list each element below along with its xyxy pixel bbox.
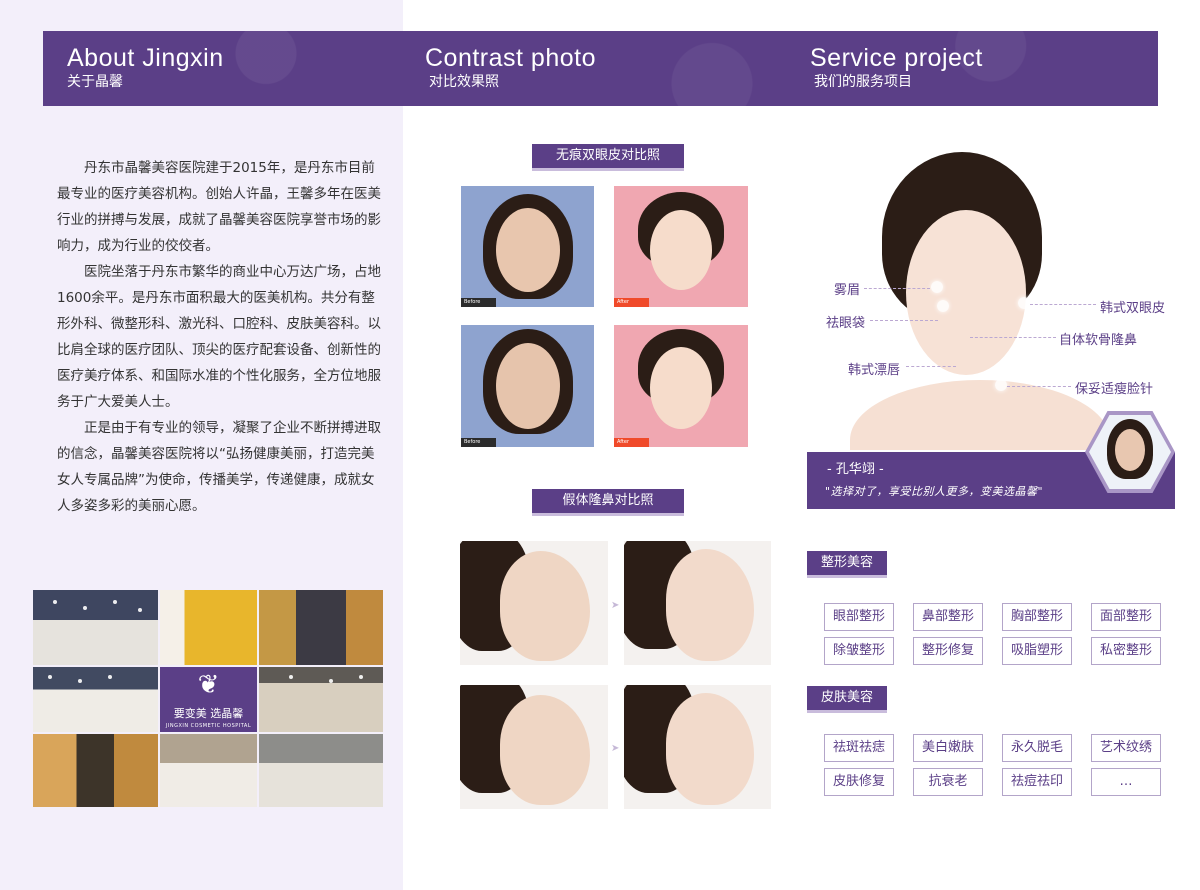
- intro-paragraph: 医院坐落于丹东市繁华的商业中心万达广场，占地1600余平。是丹东市面积最大的医美…: [57, 264, 381, 410]
- label-eyelid: 韩式双眼皮: [1100, 301, 1166, 316]
- butterfly-logo-icon: ❦: [197, 669, 220, 700]
- intro-text: 丹东市晶馨美容医院建于2015年，是丹东市目前最专业的医疗美容机构。创始人许晶，…: [57, 155, 382, 519]
- hospital-photo: [33, 734, 158, 807]
- before-thumbnail: [1089, 415, 1171, 489]
- service-tag[interactable]: 鼻部整形: [913, 603, 983, 631]
- header-section-about: About Jingxin 关于晶馨: [67, 43, 224, 91]
- label-eyebag: 祛眼袋: [826, 316, 866, 331]
- hospital-photo: [259, 590, 383, 665]
- nose-after-photo-1: [624, 541, 771, 665]
- service-tag[interactable]: 抗衰老: [913, 768, 983, 796]
- logo-slogan: 要变美 选晶馨: [173, 706, 244, 720]
- header-about-cn: 关于晶馨: [67, 74, 123, 90]
- label-leader-line: [864, 288, 930, 290]
- service-tag[interactable]: 艺术纹绣: [1091, 734, 1161, 762]
- marker-dot: [995, 379, 1007, 391]
- service-tag[interactable]: 美白嫩肤: [913, 734, 983, 762]
- header-section-contrast: Contrast photo 对比效果照: [425, 43, 596, 91]
- testimonial-name: - 孔华翊 -: [827, 462, 884, 477]
- header-about-en: About Jingxin: [67, 44, 224, 72]
- header-service-cn: 我们的服务项目: [814, 74, 912, 90]
- hospital-photo: [33, 667, 158, 732]
- marker-dot: [937, 300, 949, 312]
- label-leader-line: [906, 366, 956, 368]
- nose-before-photo-2: [460, 685, 608, 809]
- hospital-photo: [160, 734, 257, 807]
- after-tag: After: [614, 298, 649, 307]
- service-tag[interactable]: 永久脱毛: [1002, 734, 1072, 762]
- header-section-service: Service project 我们的服务项目: [810, 43, 983, 91]
- label-nose: 自体软骨隆鼻: [1059, 333, 1138, 348]
- header-contrast-en: Contrast photo: [425, 44, 596, 72]
- hospital-photo: [160, 590, 257, 665]
- nose-contrast-title: 假体隆鼻对比照: [532, 489, 684, 513]
- intro-paragraph: 丹东市晶馨美容医院建于2015年，是丹东市目前最专业的医疗美容机构。创始人许晶，…: [57, 160, 381, 254]
- before-tag: Before: [461, 298, 496, 307]
- marker-dot: [1018, 297, 1030, 309]
- service-tag[interactable]: 面部整形: [1091, 603, 1161, 631]
- service-tag[interactable]: 私密整形: [1091, 637, 1161, 665]
- nose-after-photo-2: [624, 685, 771, 809]
- arrow-right-icon: ➤: [611, 743, 620, 754]
- service-tag[interactable]: 胸部整形: [1002, 603, 1072, 631]
- hospital-photo: [259, 734, 383, 807]
- service-tag[interactable]: 祛痘祛印: [1002, 768, 1072, 796]
- arrow-right-icon: ➤: [611, 600, 620, 611]
- label-leader-line: [870, 320, 938, 322]
- service-tag-more[interactable]: …: [1091, 768, 1161, 796]
- after-tag: After: [614, 438, 649, 447]
- service-tag[interactable]: 除皱整形: [824, 637, 894, 665]
- label-leader-line: [1007, 386, 1071, 388]
- intro-paragraph: 正是由于有专业的领导，凝聚了企业不断拼搏进取的信念，晶馨美容医院将以“弘扬健康美…: [57, 420, 381, 514]
- eyelid-before-photo-2: Before: [461, 325, 594, 447]
- service-tag[interactable]: 吸脂塑形: [1002, 637, 1072, 665]
- plastic-surgery-title: 整形美容: [807, 551, 887, 575]
- before-tag: Before: [461, 438, 496, 447]
- eyelid-before-photo-1: Before: [461, 186, 594, 307]
- logo-subtitle: JINGXIN COSMETIC HOSPITAL: [165, 722, 252, 729]
- marker-dot: [931, 281, 943, 293]
- nose-before-photo-1: [460, 541, 608, 665]
- testimonial-quote: "选择对了，享受比别人更多，变美选晶馨": [825, 485, 1044, 498]
- label-leader-line: [970, 337, 1056, 339]
- eyelid-after-photo-1: After: [614, 186, 748, 307]
- hospital-logo-tile: ❦ 要变美 选晶馨 JINGXIN COSMETIC HOSPITAL: [160, 667, 257, 732]
- header-contrast-cn: 对比效果照: [429, 74, 499, 90]
- label-leader-line: [1030, 304, 1096, 306]
- header-banner: About Jingxin 关于晶馨 Contrast photo 对比效果照 …: [43, 31, 1158, 106]
- service-tag[interactable]: 眼部整形: [824, 603, 894, 631]
- label-lip: 韩式漂唇: [848, 363, 901, 378]
- hospital-photo-gallery: ❦ 要变美 选晶馨 JINGXIN COSMETIC HOSPITAL: [33, 590, 383, 807]
- service-tag[interactable]: 祛斑祛痣: [824, 734, 894, 762]
- eyelid-after-photo-2: After: [614, 325, 748, 447]
- hospital-photo: [259, 667, 383, 732]
- label-face: 保妥适瘦脸针: [1075, 382, 1154, 397]
- service-tag[interactable]: 皮肤修复: [824, 768, 894, 796]
- eyelid-contrast-title: 无痕双眼皮对比照: [532, 144, 684, 168]
- service-tag[interactable]: 整形修复: [913, 637, 983, 665]
- skin-care-title: 皮肤美容: [807, 686, 887, 710]
- label-brow: 雾眉: [834, 283, 861, 298]
- header-service-en: Service project: [810, 44, 983, 72]
- hospital-photo: [33, 590, 158, 665]
